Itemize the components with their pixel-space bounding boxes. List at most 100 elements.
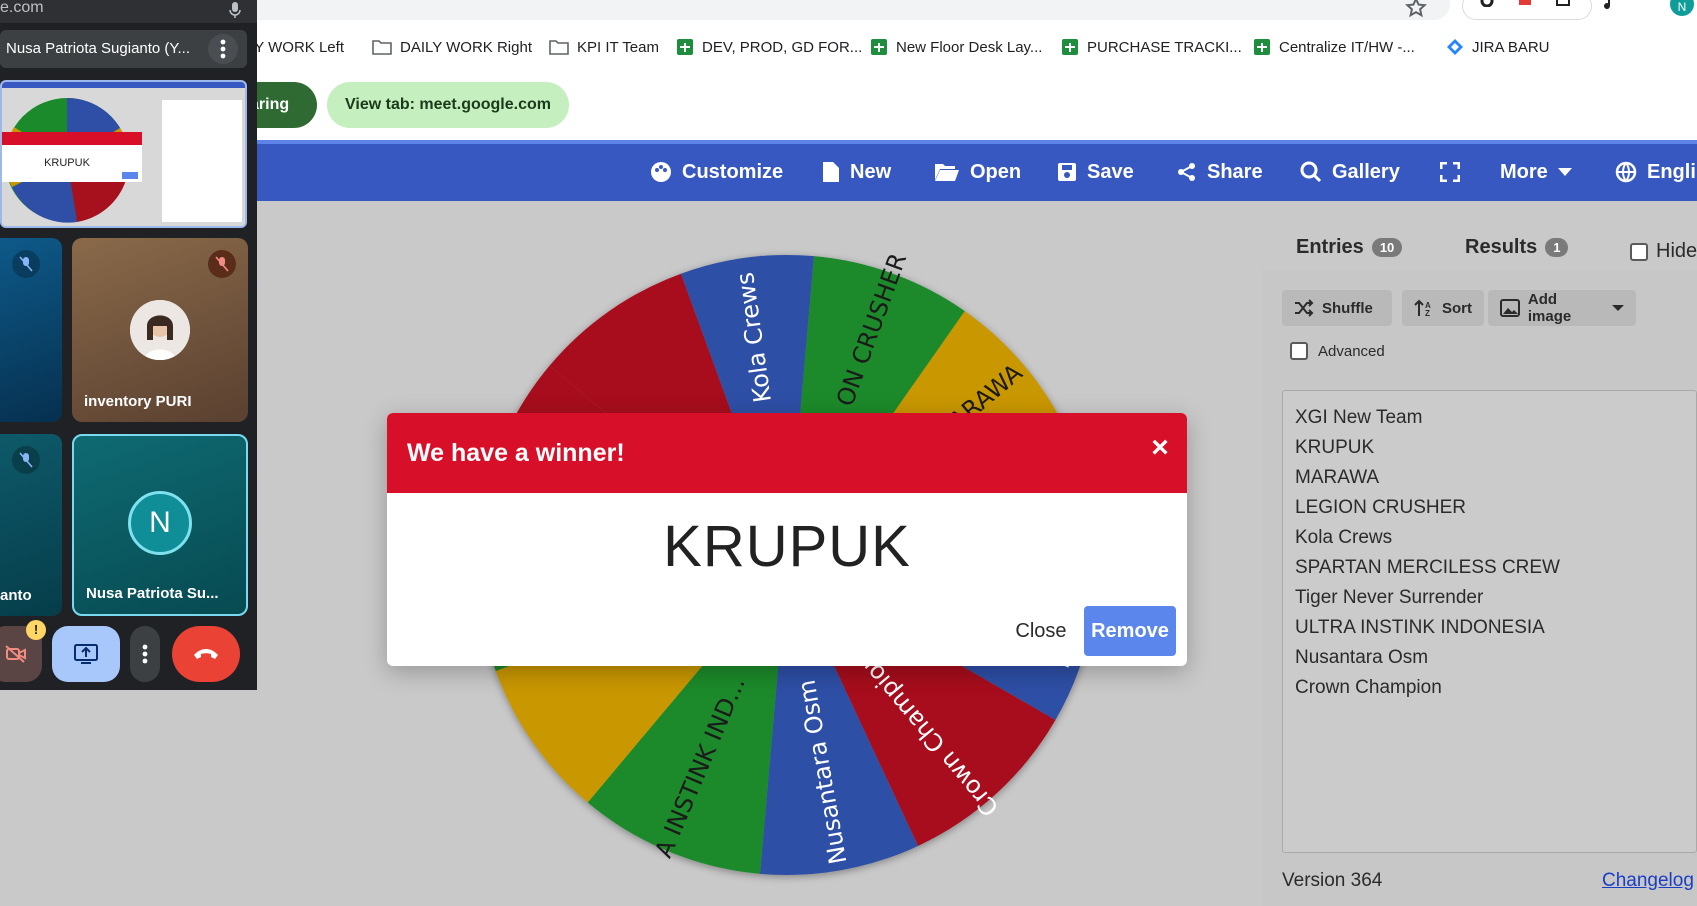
bookmark-daily-work-left[interactable]: LY WORK Left	[247, 37, 344, 57]
camera-off-icon	[5, 645, 26, 663]
add-image-button[interactable]: Add image	[1488, 290, 1636, 326]
sort-label: Sort	[1442, 299, 1472, 317]
advanced-checkbox[interactable]: Advanced	[1290, 342, 1385, 360]
entries-panel: Entries 10 Results 1 Hide Shuffle AZ Sor…	[1262, 216, 1697, 906]
sync-extension-icon[interactable]	[1479, 0, 1495, 8]
bookmark-label: DAILY WORK Right	[400, 38, 532, 56]
hide-checkbox[interactable]: Hide	[1630, 240, 1697, 263]
participant-tile[interactable]	[0, 238, 62, 422]
globe-icon	[1615, 161, 1637, 183]
bookmark-centralize-it[interactable]: Centralize IT/HW -...	[1253, 37, 1415, 57]
present-screen-button[interactable]	[52, 626, 120, 682]
folder-icon	[372, 40, 392, 55]
extensions-area	[1462, 0, 1592, 20]
pdf-extension-icon[interactable]	[1517, 0, 1533, 7]
presentation-thumbnail[interactable]: KRUPUK	[0, 80, 247, 228]
participant-avatar	[130, 300, 190, 360]
entry-line: XGI New Team	[1295, 407, 1423, 428]
open-button[interactable]: Open	[934, 158, 1021, 186]
remove-button[interactable]: Remove	[1084, 606, 1176, 656]
close-icon[interactable]: ×	[1145, 433, 1175, 463]
participant-name: inventory PURI	[84, 393, 192, 410]
meet-pip-window: e.com Nusa Patriota Sugianto (Y... KRUPU…	[0, 0, 257, 690]
bookmark-kpi-it-team[interactable]: KPI IT Team	[549, 37, 659, 57]
participant-tile-anto[interactable]: anto	[0, 434, 62, 616]
folder-open-icon	[935, 164, 959, 181]
more-button[interactable]: More	[1500, 158, 1572, 186]
participant-name: Nusa Patriota Su...	[86, 585, 219, 602]
entry-line: LEGION CRUSHER	[1295, 497, 1467, 518]
folder-icon	[549, 40, 569, 55]
bookmark-label: JIRA BARU	[1472, 38, 1550, 56]
more-vert-icon[interactable]	[208, 34, 238, 64]
sort-icon: AZ	[1414, 299, 1431, 317]
media-control-icon[interactable]	[1604, 0, 1624, 21]
bookmark-label: PURCHASE TRACKI...	[1087, 38, 1242, 56]
more-vert-icon	[142, 644, 148, 664]
thumbnail-winner-text: KRUPUK	[44, 157, 91, 169]
new-label: New	[850, 160, 892, 183]
bookmark-new-floor-desk[interactable]: New Floor Desk Lay...	[870, 37, 1042, 57]
entries-textarea[interactable]: XGI New Team KRUPUK MARAWA LEGION CRUSHE…	[1282, 390, 1697, 853]
gallery-button[interactable]: Gallery	[1300, 158, 1400, 186]
entry-line: KRUPUK	[1295, 437, 1375, 458]
participant-name: anto	[0, 587, 32, 604]
changelog-link[interactable]: Changelog	[1602, 870, 1694, 892]
search-icon	[1300, 161, 1322, 183]
bookmark-label: DEV, PROD, GD FOR...	[702, 38, 863, 56]
sheets-icon	[1254, 39, 1270, 55]
share-button[interactable]: Share	[1177, 158, 1263, 186]
bookmark-label: New Floor Desk Lay...	[896, 38, 1043, 56]
language-button[interactable]: Engli	[1615, 158, 1696, 186]
customize-button[interactable]: Customize	[650, 158, 783, 186]
tab-results-label: Results	[1465, 236, 1538, 258]
participant-avatar: N	[128, 491, 192, 555]
hide-checkbox-box[interactable]	[1630, 242, 1648, 261]
bookmark-label: Centralize IT/HW -...	[1279, 38, 1415, 56]
bookmark-star-icon[interactable]	[1404, 0, 1428, 20]
sort-button[interactable]: AZ Sort	[1402, 290, 1484, 326]
pip-url-text: e.com	[0, 0, 44, 16]
entry-line: Kola Crews	[1295, 527, 1393, 548]
advanced-label: Advanced	[1318, 342, 1385, 360]
present-screen-icon	[74, 644, 98, 664]
tab-entries-label: Entries	[1296, 236, 1364, 258]
advanced-checkbox-box[interactable]	[1290, 342, 1308, 360]
customize-label: Customize	[682, 160, 784, 183]
puzzle-extension-icon[interactable]	[1555, 0, 1571, 7]
participant-tile-nusa[interactable]: N Nusa Patriota Su...	[72, 434, 248, 616]
leave-call-button[interactable]	[172, 626, 240, 682]
shuffle-button[interactable]: Shuffle	[1282, 290, 1392, 326]
mic-off-icon	[12, 446, 40, 474]
save-button[interactable]: Save	[1057, 158, 1134, 186]
results-count-badge: 1	[1545, 238, 1569, 257]
winner-name: KRUPUK	[663, 514, 911, 579]
bookmark-jira-baru[interactable]: JIRA BARU	[1446, 37, 1550, 57]
close-button[interactable]: Close	[1001, 608, 1081, 654]
entry-line: ULTRA INSTINK INDONESIA	[1295, 617, 1545, 638]
file-icon	[823, 162, 839, 182]
bookmark-dev-prod[interactable]: DEV, PROD, GD FOR...	[676, 37, 862, 57]
view-tab-button[interactable]: View tab: meet.google.com	[327, 82, 569, 128]
pip-header: Nusa Patriota Sugianto (Y...	[0, 30, 247, 68]
share-icon	[1178, 163, 1195, 181]
bookmark-purchase-tracking[interactable]: PURCHASE TRACKI...	[1061, 37, 1242, 57]
entry-line: MARAWA	[1295, 467, 1380, 488]
bookmark-daily-work-right[interactable]: DAILY WORK Right	[372, 37, 532, 57]
add-image-label: Add image	[1527, 291, 1572, 325]
svg-text:Z: Z	[1425, 309, 1430, 317]
jira-icon	[1447, 39, 1463, 55]
participant-tile-inventory-puri[interactable]: inventory PURI	[72, 238, 248, 422]
entries-count-badge: 10	[1371, 238, 1403, 257]
new-button[interactable]: New	[822, 158, 891, 186]
profile-avatar[interactable]: N	[1670, 0, 1694, 16]
open-label: Open	[970, 160, 1022, 183]
dialog-header: We have a winner! ×	[387, 413, 1187, 493]
tab-results[interactable]: Results 1	[1465, 236, 1569, 259]
more-options-button[interactable]	[130, 626, 160, 682]
tab-entries[interactable]: Entries 10	[1296, 236, 1403, 259]
save-label: Save	[1087, 160, 1134, 183]
mic-off-icon	[208, 250, 236, 278]
image-icon	[1500, 299, 1520, 317]
fullscreen-button[interactable]	[1440, 158, 1460, 186]
